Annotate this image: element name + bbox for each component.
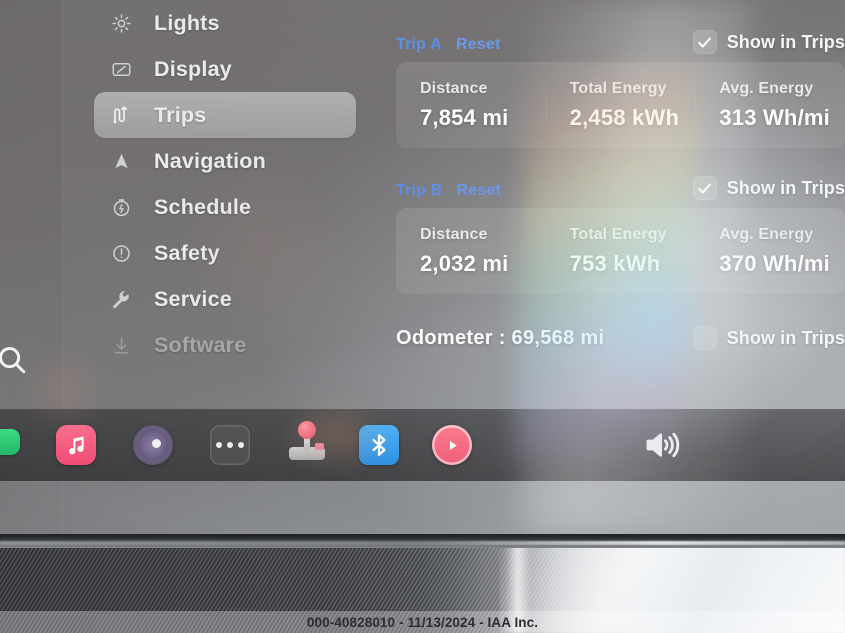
trips-icon (110, 104, 132, 126)
trip-a-metric-distance: Distance 7,854 mi (396, 80, 546, 131)
sidebar-item-lights[interactable]: Lights (94, 0, 356, 46)
metric-value: 7,854 mi (420, 104, 509, 130)
metric-label: Distance (420, 225, 488, 243)
sidebar-item-label: Software (154, 332, 247, 357)
sidebar-item-label: Display (154, 56, 232, 81)
trip-a-section: Trip A Reset Show in Trips Distance 7,85… (396, 28, 845, 148)
sidebar-item-label: Schedule (154, 194, 252, 219)
navigation-icon (110, 150, 132, 172)
play-icon[interactable] (432, 425, 472, 465)
metric-label: Total Energy (569, 79, 667, 97)
metric-label: Avg. Energy (719, 79, 814, 97)
search-icon[interactable] (0, 342, 28, 376)
trip-a-header: Trip A Reset Show in Trips (396, 28, 845, 62)
checkbox-checked-icon[interactable] (692, 176, 717, 200)
bezel-highlight (0, 541, 845, 545)
odometer-show-in-trips-toggle[interactable]: Show in Trips (692, 326, 845, 350)
metric-label: Distance (420, 79, 488, 97)
trips-content: Trip A Reset Show in Trips Distance 7,85… (396, 0, 845, 360)
trip-a-metric-total-energy: Total Energy 2,458 kWh (545, 79, 696, 131)
bluetooth-icon[interactable] (359, 425, 399, 465)
show-in-trips-label: Show in Trips (726, 327, 845, 348)
trip-a-metric-avg-energy: Avg. Energy 313 Wh/mi (695, 80, 845, 131)
sidebar-item-label: Navigation (154, 148, 266, 173)
metric-value: 753 kWh (569, 250, 661, 276)
trip-b-metric-distance: Distance 2,032 mi (396, 226, 546, 277)
sidebar-item-label: Trips (154, 102, 207, 127)
dock-items (0, 409, 845, 481)
music-icon[interactable] (56, 425, 96, 465)
trip-a-metrics-card: Distance 7,854 mi Total Energy 2,458 kWh… (396, 62, 845, 148)
more-options-icon[interactable] (210, 425, 250, 465)
schedule-icon (110, 196, 132, 218)
sidebar-item-label: Service (154, 286, 232, 311)
trip-b-title: Trip B (396, 182, 443, 199)
safety-icon (110, 242, 132, 264)
software-icon (110, 334, 132, 356)
joystick-ball (298, 421, 316, 439)
trip-a-reset-button[interactable]: Reset (456, 36, 501, 54)
trip-b-header: Trip B Reset Show in Trips (396, 174, 845, 208)
metric-label: Total Energy (569, 225, 667, 243)
sidebar-item-label: Lights (154, 10, 220, 35)
sidebar-item-schedule[interactable]: Schedule (94, 184, 356, 230)
metric-value: 370 Wh/mi (719, 250, 830, 276)
odometer-text: Odometer : 69,568 mi (396, 326, 605, 349)
screenshot-root: Lights Display Trips Navigation Schedule… (0, 0, 845, 633)
show-in-trips-label: Show in Trips (726, 177, 845, 198)
volume-icon[interactable] (641, 427, 685, 463)
trip-b-show-in-trips-toggle[interactable]: Show in Trips (692, 176, 845, 200)
screen-bezel (0, 532, 845, 548)
trip-b-metrics-card: Distance 2,032 mi Total Energy 753 kWh A… (396, 208, 845, 294)
watermark-text: 000-40828010 - 11/13/2024 - IAA Inc. (306, 615, 539, 630)
sidebar-item-trips[interactable]: Trips (94, 92, 356, 138)
app-dock (0, 409, 845, 481)
trip-b-metric-total-energy: Total Energy 753 kWh (545, 225, 696, 277)
arcade-icon[interactable] (287, 421, 327, 465)
trip-b-section: Trip B Reset Show in Trips Distance 2,03… (396, 174, 845, 294)
sidebar-item-navigation[interactable]: Navigation (94, 138, 356, 184)
odometer-section: Odometer : 69,568 mi Show in Trips (396, 316, 845, 360)
metric-value: 2,032 mi (420, 250, 509, 276)
lights-icon (110, 12, 132, 34)
trip-a-show-in-trips-toggle[interactable]: Show in Trips (692, 30, 845, 54)
sidebar-item-label: Safety (154, 240, 220, 265)
metric-label: Avg. Energy (719, 225, 814, 243)
metric-value: 2,458 kWh (569, 104, 680, 130)
trip-a-title: Trip A (396, 36, 442, 53)
joystick-button (315, 443, 324, 450)
center-touchscreen: Lights Display Trips Navigation Schedule… (0, 0, 845, 534)
trip-b-reset-button[interactable]: Reset (457, 182, 502, 200)
service-icon (110, 288, 132, 310)
metric-value: 313 Wh/mi (719, 104, 830, 130)
display-icon (110, 58, 132, 80)
sidebar-item-software[interactable]: Software (94, 322, 356, 368)
sidebar-item-safety[interactable]: Safety (94, 230, 356, 276)
media-disc-icon[interactable] (133, 425, 173, 465)
show-in-trips-label: Show in Trips (726, 31, 845, 52)
settings-sidebar: Lights Display Trips Navigation Schedule… (94, 0, 356, 368)
sidebar-item-service[interactable]: Service (94, 276, 356, 322)
sidebar-item-display[interactable]: Display (94, 46, 356, 92)
checkbox-checked-icon[interactable] (692, 30, 717, 54)
green-app-icon[interactable] (0, 429, 20, 455)
checkbox-unchecked-icon[interactable] (692, 326, 717, 350)
trip-b-metric-avg-energy: Avg. Energy 370 Wh/mi (695, 226, 845, 277)
